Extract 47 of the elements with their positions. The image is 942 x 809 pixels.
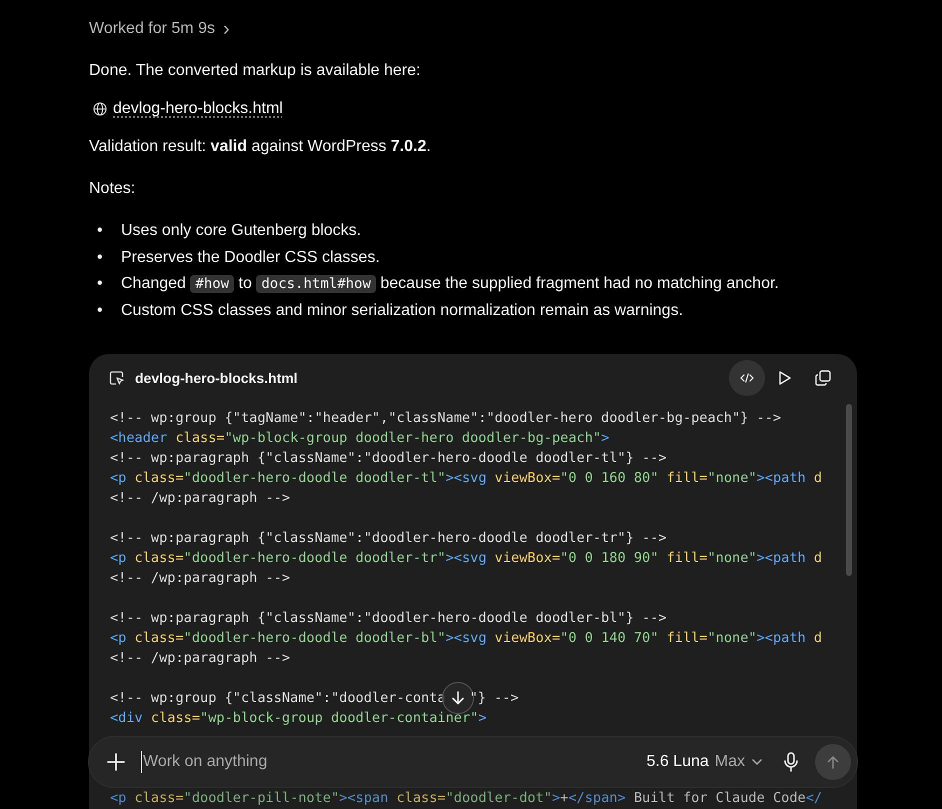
code-line: <div class="wp-block-group doodler-container"> bbox=[110, 708, 488, 728]
microphone-icon bbox=[783, 752, 799, 772]
model-selector[interactable]: 5.6 Luna Max bbox=[646, 753, 763, 771]
code-line: <!-- wp:group {"className":"doodler-conta "} --> bbox=[110, 688, 842, 708]
chevron-down-icon bbox=[751, 758, 763, 766]
bullet: • bbox=[96, 300, 104, 320]
code-line: <p class="doodler-hero-doodle doodler-tl"><svg viewBox="0 0 160 80" fill="none"><path d bbox=[110, 468, 824, 488]
globe-icon bbox=[93, 102, 107, 116]
play-icon bbox=[778, 370, 792, 386]
bullet: • bbox=[96, 248, 104, 268]
plus-icon bbox=[105, 751, 127, 773]
code-line: <p class="doodler-pill-note"><span class="doodler-dot">+</span> Built for Claude Code</ bbox=[110, 788, 824, 808]
code-line: <!-- wp:paragraph {"className":"doodler-hero-doodle doodler-bl"} --> bbox=[110, 608, 668, 628]
code-line: <header class="wp-block-group doodler-hero doodler-bg-peach"> bbox=[110, 428, 610, 448]
code-icon bbox=[739, 372, 755, 384]
notes-heading: Notes: bbox=[89, 179, 136, 199]
code-line: <!-- /wp:paragraph --> bbox=[110, 568, 292, 588]
bullet: • bbox=[96, 274, 104, 294]
code-line: <p class="doodler-hero-doodle doodler-bl"><svg viewBox="0 0 140 70" fill="none"><path d bbox=[110, 628, 824, 648]
prompt-input[interactable]: Work on anything bbox=[141, 751, 646, 773]
code-line: <!-- wp:group {"tagName":"header","className":"doodler-hero doodler-bg-peach"} --> bbox=[110, 408, 782, 428]
bullet: • bbox=[96, 221, 104, 241]
chevron-icon[interactable]: › bbox=[222, 17, 230, 41]
file-link[interactable]: devlog-hero-blocks.html bbox=[113, 100, 283, 118]
message-text: Done. The converted markup is available here: bbox=[89, 61, 422, 81]
send-button[interactable] bbox=[815, 744, 851, 780]
status-text[interactable]: Worked for 5m 9s bbox=[89, 17, 215, 41]
copy-icon bbox=[814, 368, 832, 386]
microphone-button[interactable] bbox=[783, 752, 799, 772]
note-text: Custom CSS classes and minor serialization normalization remain as warnings. bbox=[121, 300, 684, 320]
validation-text: Validation result: valid against WordPress 7.0.2. bbox=[89, 137, 432, 157]
scrollbar[interactable] bbox=[846, 404, 852, 576]
code-line: <!-- wp:paragraph {"className":"doodler-hero-doodle doodler-tr"} --> bbox=[110, 528, 668, 548]
code-line: <p class="doodler-hero-doodle doodler-tr"><svg viewBox="0 0 180 90" fill="none"><path d bbox=[110, 548, 824, 568]
composer-field[interactable]: Work on anything 5.6 Luna Max bbox=[89, 737, 857, 787]
note-text: Changed #how to docs.html#how because the supplied fragment had no matching anchor. bbox=[121, 274, 779, 295]
arrow-down-icon bbox=[450, 690, 466, 706]
add-button[interactable] bbox=[105, 751, 127, 773]
code-line: <!-- wp:paragraph {"className":"doodler-hero-doodle doodler-tl"} --> bbox=[110, 448, 668, 468]
arrow-up-icon bbox=[826, 755, 840, 769]
code-line: <!-- /wp:paragraph --> bbox=[110, 488, 292, 508]
file-cursor-icon bbox=[109, 370, 125, 386]
code-line: <!-- /wp:paragraph --> bbox=[110, 648, 292, 668]
file-name: devlog-hero-blocks.html bbox=[135, 370, 299, 386]
note-text: Uses only core Gutenberg blocks. bbox=[121, 221, 362, 241]
note-text: Preserves the Doodler CSS classes. bbox=[121, 248, 380, 268]
code-view-button[interactable] bbox=[729, 360, 765, 396]
